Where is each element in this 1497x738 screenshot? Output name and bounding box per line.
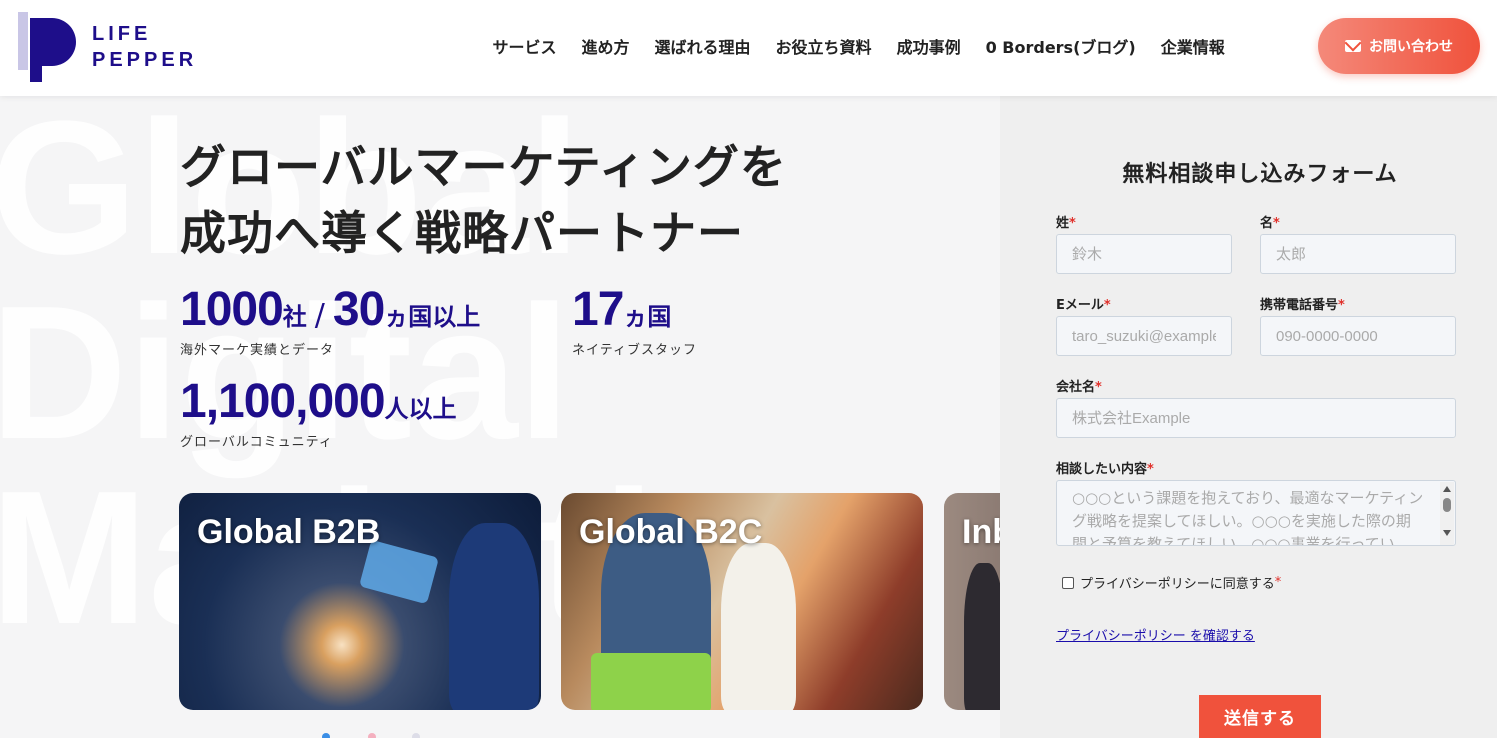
required-mark: * xyxy=(1095,380,1102,395)
scroll-up-icon[interactable] xyxy=(1443,486,1451,492)
carousel-dot[interactable] xyxy=(368,733,376,738)
inquiry-label-text: 相談したい内容 xyxy=(1056,462,1148,477)
submit-button[interactable]: 送信する xyxy=(1199,695,1321,738)
inquiry-label: 相談したい内容* xyxy=(1056,458,1154,477)
required-mark: * xyxy=(1069,216,1076,231)
card-photo-person xyxy=(964,563,1000,710)
email-input[interactable] xyxy=(1056,316,1232,356)
carousel-dot[interactable] xyxy=(412,733,420,738)
card-photo-person xyxy=(721,543,796,710)
stat-companies-caption: 海外マーケ実績とデータ xyxy=(180,343,335,358)
form-title: 無料相談申し込みフォーム xyxy=(1122,162,1398,187)
first-name-input[interactable] xyxy=(1260,234,1456,274)
card-inbound[interactable]: Inb xyxy=(944,493,1000,710)
first-name-label: 名* xyxy=(1260,212,1280,231)
logo-line-2: PEPPER xyxy=(92,49,198,71)
email-label-text: Eメール xyxy=(1056,298,1104,313)
scroll-thumb[interactable] xyxy=(1443,498,1451,512)
logo-link[interactable]: LIFE PEPPER xyxy=(18,12,208,82)
nav-item-process[interactable]: 進め方 xyxy=(582,34,630,58)
nav-item-cases[interactable]: 成功事例 xyxy=(897,34,961,58)
required-mark: * xyxy=(1338,298,1345,313)
stat-native-caption: ネイティブスタッフ xyxy=(572,343,697,358)
site-header: LIFE PEPPER サービス 進め方 選ばれる理由 お役立ち資料 成功事例 … xyxy=(0,0,1497,96)
stat-native-number: 17 xyxy=(572,283,624,336)
inquiry-textarea[interactable]: ○○○という課題を抱えており、最適なマーケティング戦略を提案してほしい。○○○を… xyxy=(1056,480,1456,546)
privacy-policy-link[interactable]: プライバシーポリシー を確認する xyxy=(1056,625,1255,644)
phone-label: 携帯電話番号* xyxy=(1260,294,1345,313)
contact-button[interactable]: お問い合わせ xyxy=(1318,18,1480,74)
stat-countries-unit: ヵ国以上 xyxy=(384,303,481,331)
stat-native-unit: ヵ国 xyxy=(623,303,672,331)
company-input[interactable] xyxy=(1056,398,1456,438)
card-title: Inb xyxy=(962,513,1000,551)
logo-text: LIFE PEPPER xyxy=(92,21,197,73)
stat-separator: / xyxy=(314,298,325,333)
required-mark: * xyxy=(1273,216,1280,231)
last-name-label: 姓* xyxy=(1056,212,1076,231)
nav-item-company[interactable]: 企業情報 xyxy=(1161,34,1225,58)
service-carousel: Global B2B Global B2C Inb xyxy=(179,493,1000,711)
mail-icon xyxy=(1345,40,1361,52)
required-mark: * xyxy=(1274,575,1282,590)
nav-item-resources[interactable]: お役立ち資料 xyxy=(776,34,872,58)
card-title: Global B2C xyxy=(579,513,763,551)
required-mark: * xyxy=(1103,298,1111,313)
last-name-input[interactable] xyxy=(1056,234,1232,274)
contact-button-label: お問い合わせ xyxy=(1369,39,1453,55)
consultation-form: 無料相談申し込みフォーム 姓* 名* Eメール* 携帯電話番号* 会社名* 相談… xyxy=(1000,96,1497,738)
stat-companies: 1000社/30ヵ国以上 海外マーケ実績とデータ xyxy=(180,282,480,358)
required-mark: * xyxy=(1147,462,1154,477)
company-label-text: 会社名 xyxy=(1056,380,1096,395)
nav-item-services[interactable]: サービス xyxy=(493,34,557,58)
stat-community-unit: 人以上 xyxy=(384,395,457,423)
checkbox-icon[interactable] xyxy=(1062,576,1074,589)
privacy-agree-label: プライバシーポリシーに同意する xyxy=(1080,577,1275,592)
card-title: Global B2B xyxy=(197,513,381,551)
inquiry-placeholder: ○○○という課題を抱えており、最適なマーケティング戦略を提案してほしい。○○○を… xyxy=(1072,489,1424,546)
first-name-label-text: 名 xyxy=(1260,216,1274,231)
privacy-agree-checkbox[interactable]: プライバシーポリシーに同意する * xyxy=(1062,573,1281,592)
carousel-dot[interactable] xyxy=(322,733,330,738)
logo-line-1: LIFE xyxy=(92,23,152,45)
textarea-scrollbar[interactable] xyxy=(1440,482,1454,545)
last-name-label-text: 姓 xyxy=(1056,216,1070,231)
stat-community-number: 1,100,000 xyxy=(180,375,386,428)
company-label: 会社名* xyxy=(1056,376,1102,395)
nav-item-blog[interactable]: 0 Borders(ブログ) xyxy=(986,34,1136,58)
basket-graphic xyxy=(591,653,711,710)
hero-section: Global Digital Marketing グローバルマーケティングを 成… xyxy=(0,96,1000,738)
stat-countries-number: 30 xyxy=(332,283,385,336)
headline-line-1: グローバルマーケティングを xyxy=(180,140,787,194)
nav-item-reasons[interactable]: 選ばれる理由 xyxy=(655,34,751,58)
stat-companies-unit: 社 xyxy=(282,303,307,331)
stat-companies-number: 1000 xyxy=(180,283,284,336)
stat-community-caption: グローバルコミュニティ xyxy=(180,435,333,450)
card-photo-person xyxy=(449,523,539,710)
hero-headline: グローバルマーケティングを 成功へ導く戦略パートナー xyxy=(180,134,787,266)
scroll-down-icon[interactable] xyxy=(1443,530,1451,536)
stat-community: 1,100,000人以上 グローバルコミュニティ xyxy=(180,374,457,450)
card-global-b2b[interactable]: Global B2B xyxy=(179,493,541,710)
phone-label-text: 携帯電話番号 xyxy=(1260,298,1339,313)
card-global-b2c[interactable]: Global B2C xyxy=(561,493,923,710)
main-nav: サービス 進め方 選ばれる理由 お役立ち資料 成功事例 0 Borders(ブロ… xyxy=(480,30,1237,62)
phone-input[interactable] xyxy=(1260,316,1456,356)
stat-native: 17ヵ国 ネイティブスタッフ xyxy=(572,282,697,358)
headline-line-2: 成功へ導く戦略パートナー xyxy=(180,206,744,260)
email-label: Eメール* xyxy=(1056,294,1111,313)
logo-icon xyxy=(18,12,80,82)
